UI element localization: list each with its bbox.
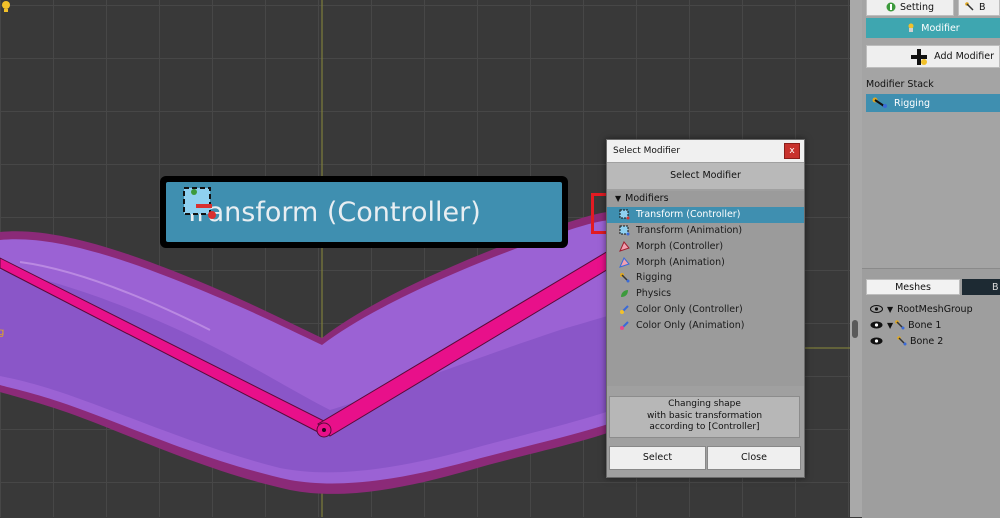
zoom-callout: Transform (Controller) <box>160 176 568 248</box>
select-modifier-dialog: Select Modifier x Select Modifier ▼ Modi… <box>606 139 805 478</box>
setting-icon <box>886 2 896 12</box>
dialog-titlebar[interactable]: Select Modifier x <box>607 140 804 162</box>
select-button[interactable]: Select <box>609 446 706 470</box>
visibility-icon[interactable] <box>870 320 883 330</box>
add-modifier-label: Add Modifier <box>934 51 994 62</box>
zoom-callout-inner: Transform (Controller) <box>166 182 562 242</box>
modifier-item-physics[interactable]: Physics <box>607 286 804 302</box>
transform-controller-icon <box>619 209 630 220</box>
modifier-item-transform-animation[interactable]: Transform (Animation) <box>607 223 804 239</box>
bone-icon <box>965 2 974 11</box>
hierarchy-row-bone-2[interactable]: Bone 2 <box>870 333 943 349</box>
modifier-item-label: Color Only (Controller) <box>636 303 743 315</box>
bone-joint-center <box>322 428 326 432</box>
expand-triangle-icon[interactable]: ▼ <box>887 321 893 330</box>
modifier-stack-label: Modifier Stack <box>866 79 934 90</box>
bone-icon <box>897 336 907 346</box>
rigging-icon <box>872 97 887 108</box>
physics-icon <box>621 290 628 298</box>
modifier-item-label: Rigging <box>636 272 672 284</box>
hierarchy-section: Meshes B ▼ RootMeshGroup ▼ Bone 1 Bone 2 <box>862 268 1000 518</box>
dialog-title: Select Modifier <box>613 146 681 156</box>
modifier-item-rigging[interactable]: Rigging <box>607 270 804 286</box>
add-icon <box>911 48 928 65</box>
panel-splitter[interactable] <box>850 0 862 517</box>
zoom-callout-label: Transform (Controller) <box>184 196 481 228</box>
bone-icon <box>895 320 905 330</box>
collapse-triangle-icon[interactable]: ▼ <box>615 194 621 203</box>
hierarchy-label: Bone 1 <box>908 319 942 331</box>
tab-meshes[interactable]: Meshes <box>866 279 960 295</box>
visibility-icon[interactable] <box>870 336 883 346</box>
modifiers-root-label: Modifiers <box>625 193 669 205</box>
lightbulb-icon <box>2 1 10 12</box>
morph-animation-icon <box>619 256 630 268</box>
hierarchy-label: Bone 2 <box>910 335 944 347</box>
tab-bones[interactable]: B <box>962 279 1000 295</box>
modifier-stack-item-rigging[interactable]: Rigging <box>866 94 1000 112</box>
tab-modifier-label: Modifier <box>921 22 960 34</box>
description-line: with basic transformation <box>646 410 763 421</box>
modifier-item-label: Transform (Animation) <box>636 224 743 236</box>
description-line: according to [Controller] <box>649 422 760 432</box>
setting-button[interactable]: Setting <box>866 0 954 16</box>
rigging-icon <box>620 273 630 283</box>
modifier-item-color-only-animation[interactable]: Color Only (Animation) <box>607 317 804 333</box>
color-animation-icon <box>620 321 629 330</box>
tab-modifier[interactable]: Modifier <box>866 18 1000 38</box>
expand-triangle-icon[interactable]: ▼ <box>887 305 893 314</box>
modifier-stack-item-label: Rigging <box>894 97 930 109</box>
close-button[interactable]: Close <box>707 446 801 470</box>
dialog-header: Select Modifier <box>607 163 804 189</box>
transform-animation-icon <box>619 225 630 236</box>
modifier-tree: ▼ Modifiers Transform (Controller) Trans… <box>607 191 804 386</box>
modifier-item-morph-controller[interactable]: Morph (Controller) <box>607 238 804 254</box>
transform-controller-icon <box>183 187 216 219</box>
morph-controller-icon <box>619 240 630 252</box>
modifier-item-label: Physics <box>636 288 672 300</box>
modifier-item-label: Transform (Controller) <box>636 209 741 221</box>
modifier-description: Changing shape with basic transformation… <box>609 396 800 438</box>
add-modifier-button[interactable]: Add Modifier <box>866 45 1000 68</box>
hierarchy-row-bone-1[interactable]: ▼ Bone 1 <box>870 317 941 333</box>
canvas-side-label: g <box>0 327 5 338</box>
right-panel: Setting B Modifier Add Modifier Modifier… <box>862 0 1000 518</box>
modifiers-root[interactable]: ▼ Modifiers <box>607 191 804 207</box>
modifier-item-label: Morph (Animation) <box>636 256 725 268</box>
setting-label: Setting <box>899 1 934 13</box>
bone-tab-label: B <box>979 1 986 13</box>
modifier-item-color-only-controller[interactable]: Color Only (Controller) <box>607 302 804 318</box>
modifier-item-morph-animation[interactable]: Morph (Animation) <box>607 254 804 270</box>
modifier-item-transform-controller[interactable]: Transform (Controller) <box>607 206 804 223</box>
color-controller-icon <box>620 305 629 314</box>
hierarchy-row-rootmeshgroup[interactable]: ▼ RootMeshGroup <box>870 301 973 317</box>
modifier-item-label: Color Only (Animation) <box>636 319 745 331</box>
bone-tab-button[interactable]: B <box>958 0 1000 16</box>
hierarchy-label: RootMeshGroup <box>897 303 973 315</box>
dialog-close-icon[interactable]: x <box>784 143 800 159</box>
visibility-icon[interactable] <box>870 304 883 314</box>
splitter-grip[interactable] <box>852 320 858 338</box>
modifier-icon <box>908 23 914 32</box>
description-line: Changing shape <box>668 399 741 409</box>
modifier-item-label: Morph (Controller) <box>636 240 724 252</box>
